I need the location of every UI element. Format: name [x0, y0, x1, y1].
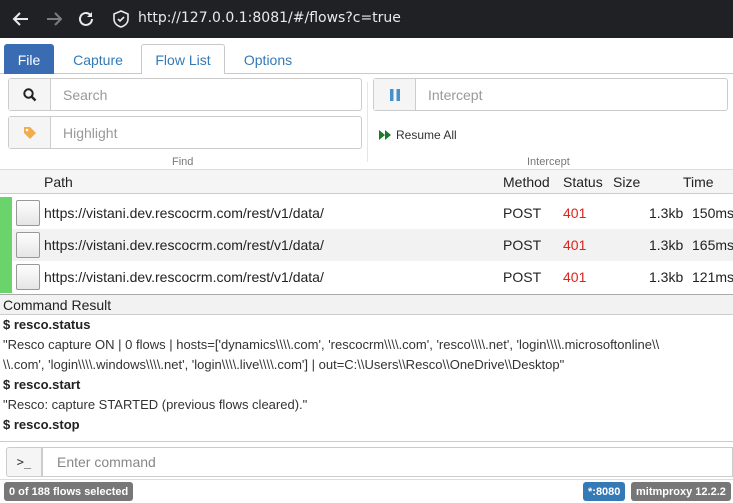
command-bar: Command Result $ resco.status "Resco cap… — [0, 294, 733, 441]
terminal-prompt-icon: >_ — [6, 447, 42, 477]
version-badge: mitmproxy 12.2.2 — [631, 482, 731, 501]
selection-count-badge: 0 of 188 flows selected — [4, 482, 134, 501]
command-line: $ resco.status — [3, 317, 91, 332]
flow-table-header: Path Method Status Size Time — [0, 170, 733, 194]
document-icon — [16, 232, 40, 258]
flow-status: 401 — [563, 205, 587, 221]
intercept-group: Intercept — [373, 78, 728, 111]
command-input[interactable]: Enter command — [42, 447, 733, 477]
menu-divider — [367, 82, 368, 162]
flow-path: https://vistani.dev.rescocrm.com/rest/v1… — [44, 237, 324, 253]
search-input[interactable]: Search — [51, 79, 361, 110]
flow-time: 165ms — [692, 237, 733, 253]
flow-method: POST — [503, 269, 542, 285]
back-icon[interactable] — [10, 8, 32, 30]
tab-flow-list[interactable]: Flow List — [141, 44, 225, 75]
fast-forward-icon — [378, 129, 392, 141]
resume-all-label: Resume All — [396, 128, 457, 142]
flow-size: 1.3kb — [649, 269, 684, 285]
flow-method: POST — [503, 237, 542, 253]
flow-method: POST — [503, 205, 542, 221]
flow-time: 150ms — [692, 205, 733, 221]
search-icon — [9, 79, 51, 110]
command-result-output: $ resco.status "Resco capture ON | 0 flo… — [0, 315, 733, 435]
flow-size: 1.3kb — [649, 205, 684, 221]
table-row[interactable]: https://vistani.dev.rescocrm.com/rest/v1… — [0, 197, 733, 229]
row-marker — [0, 229, 12, 261]
flow-status: 401 — [563, 269, 587, 285]
site-info-icon[interactable] — [111, 9, 131, 32]
flowlist-menu: Search Highlight Find Intercept Resume A… — [0, 74, 733, 170]
table-row[interactable]: https://vistani.dev.rescocrm.com/rest/v1… — [0, 229, 733, 261]
document-icon — [16, 200, 40, 226]
tab-file[interactable]: File — [4, 44, 54, 75]
flow-status: 401 — [563, 237, 587, 253]
resume-all-button[interactable]: Resume All — [378, 128, 457, 142]
flow-table: Path Method Status Size Time https://vis… — [0, 170, 733, 294]
flow-path: https://vistani.dev.rescocrm.com/rest/v1… — [44, 205, 324, 221]
command-line: $ resco.stop — [3, 417, 80, 432]
column-path[interactable]: Path — [44, 174, 73, 190]
command-output-line: "Resco capture ON | 0 flows | hosts=['dy… — [3, 337, 660, 352]
flow-time: 121ms — [692, 269, 733, 285]
highlight-group: Highlight — [8, 116, 362, 149]
row-marker — [0, 197, 12, 229]
command-line: $ resco.start — [3, 377, 81, 392]
flow-size: 1.3kb — [649, 237, 684, 253]
status-footer: 0 of 188 flows selected *:8080 mitmproxy… — [0, 479, 733, 503]
command-output-line: \\.com', 'login\\\\.windows\\\\.net', 'l… — [3, 357, 565, 372]
column-method[interactable]: Method — [503, 174, 550, 190]
command-input-row: >_ Enter command — [0, 441, 733, 479]
pause-icon — [374, 79, 416, 110]
main-tabs: File Capture Flow List Options — [0, 44, 733, 75]
column-status[interactable]: Status — [563, 174, 603, 190]
tag-icon — [9, 117, 51, 148]
url-bar[interactable]: http://127.0.0.1:8081/#/flows?c=true — [138, 10, 401, 26]
intercept-input[interactable]: Intercept — [416, 79, 727, 110]
command-result-header: Command Result — [0, 295, 733, 315]
find-group-label: Find — [172, 156, 194, 168]
highlight-input[interactable]: Highlight — [51, 117, 361, 148]
column-time[interactable]: Time — [683, 174, 714, 190]
document-icon — [16, 264, 40, 290]
search-group: Search — [8, 78, 362, 111]
browser-toolbar: http://127.0.0.1:8081/#/flows?c=true — [0, 0, 733, 38]
listen-address-badge: *:8080 — [583, 482, 626, 501]
row-marker — [0, 261, 12, 293]
forward-icon[interactable] — [43, 8, 65, 30]
tab-capture[interactable]: Capture — [60, 44, 136, 75]
table-row[interactable]: https://vistani.dev.rescocrm.com/rest/v1… — [0, 261, 733, 293]
command-output-line: "Resco: capture STARTED (previous flows … — [3, 397, 308, 412]
reload-icon[interactable] — [75, 8, 97, 30]
tab-options[interactable]: Options — [230, 44, 306, 75]
column-size[interactable]: Size — [613, 174, 640, 190]
intercept-group-label: Intercept — [527, 156, 570, 168]
flow-path: https://vistani.dev.rescocrm.com/rest/v1… — [44, 269, 324, 285]
